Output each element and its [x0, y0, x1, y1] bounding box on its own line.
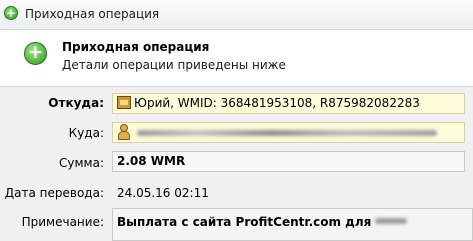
window-title: Приходная операция	[25, 7, 160, 21]
amount-value: 2.08 WMR	[117, 154, 186, 168]
note-value: Выплата с сайта ProfitCentr.com для	[117, 215, 372, 229]
header-subtitle: Детали операции приведены ниже	[62, 58, 286, 72]
note-label: Примечание:	[21, 215, 104, 229]
amount-label: Сумма:	[59, 156, 104, 170]
person-icon	[117, 124, 130, 140]
window-titlebar: + Приходная операция	[0, 0, 473, 30]
to-label: Куда:	[68, 126, 104, 140]
date-value: 24.05.16 02:11	[117, 186, 209, 200]
to-field[interactable]	[112, 122, 465, 143]
dialog-header: + Приходная операция Детали операции при…	[0, 30, 473, 87]
header-title: Приходная операция	[62, 40, 210, 54]
plus-circle-icon: +	[24, 42, 47, 65]
wallet-icon	[117, 96, 131, 109]
from-label: Откуда:	[48, 96, 104, 110]
plus-circle-icon: +	[4, 6, 18, 20]
from-value: Юрий, WMID: 368481953108, R875982082283	[134, 96, 420, 110]
amount-field[interactable]: 2.08 WMR	[112, 151, 465, 172]
from-field[interactable]: Юрий, WMID: 368481953108, R875982082283	[112, 93, 465, 114]
date-label: Дата перевода:	[4, 186, 104, 200]
note-field[interactable]: Выплата с сайта ProfitCentr.com для	[112, 208, 473, 241]
redacted-note	[375, 218, 408, 224]
redacted-recipient	[137, 130, 437, 136]
